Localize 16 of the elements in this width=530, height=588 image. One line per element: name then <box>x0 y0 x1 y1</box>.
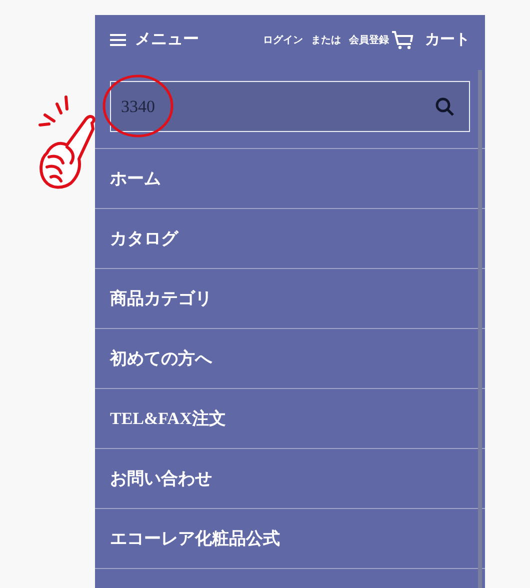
circle-annotation <box>102 74 174 138</box>
menu-item[interactable]: 商品カテゴリ <box>110 286 212 312</box>
menu-item[interactable]: TEL&FAX注文 <box>110 406 226 432</box>
search-icon[interactable] <box>435 96 455 116</box>
login-link[interactable]: ログイン <box>263 32 303 48</box>
menu-label[interactable]: メニュー <box>135 28 199 52</box>
menu-item[interactable]: お問い合わせ <box>110 466 212 492</box>
or-text: または <box>311 34 341 48</box>
menu-item[interactable]: ホーム <box>110 166 161 192</box>
menu-icon[interactable] <box>110 33 126 47</box>
menu-item[interactable]: 初めての方へ <box>110 346 212 372</box>
cart-link[interactable]: カート <box>425 28 470 52</box>
menu-item[interactable]: エコーレア化粧品公式 <box>110 526 280 552</box>
menu-item[interactable]: カタログ <box>110 226 178 252</box>
cart-icon[interactable] <box>391 30 415 50</box>
register-link[interactable]: 会員登録 <box>349 32 389 48</box>
